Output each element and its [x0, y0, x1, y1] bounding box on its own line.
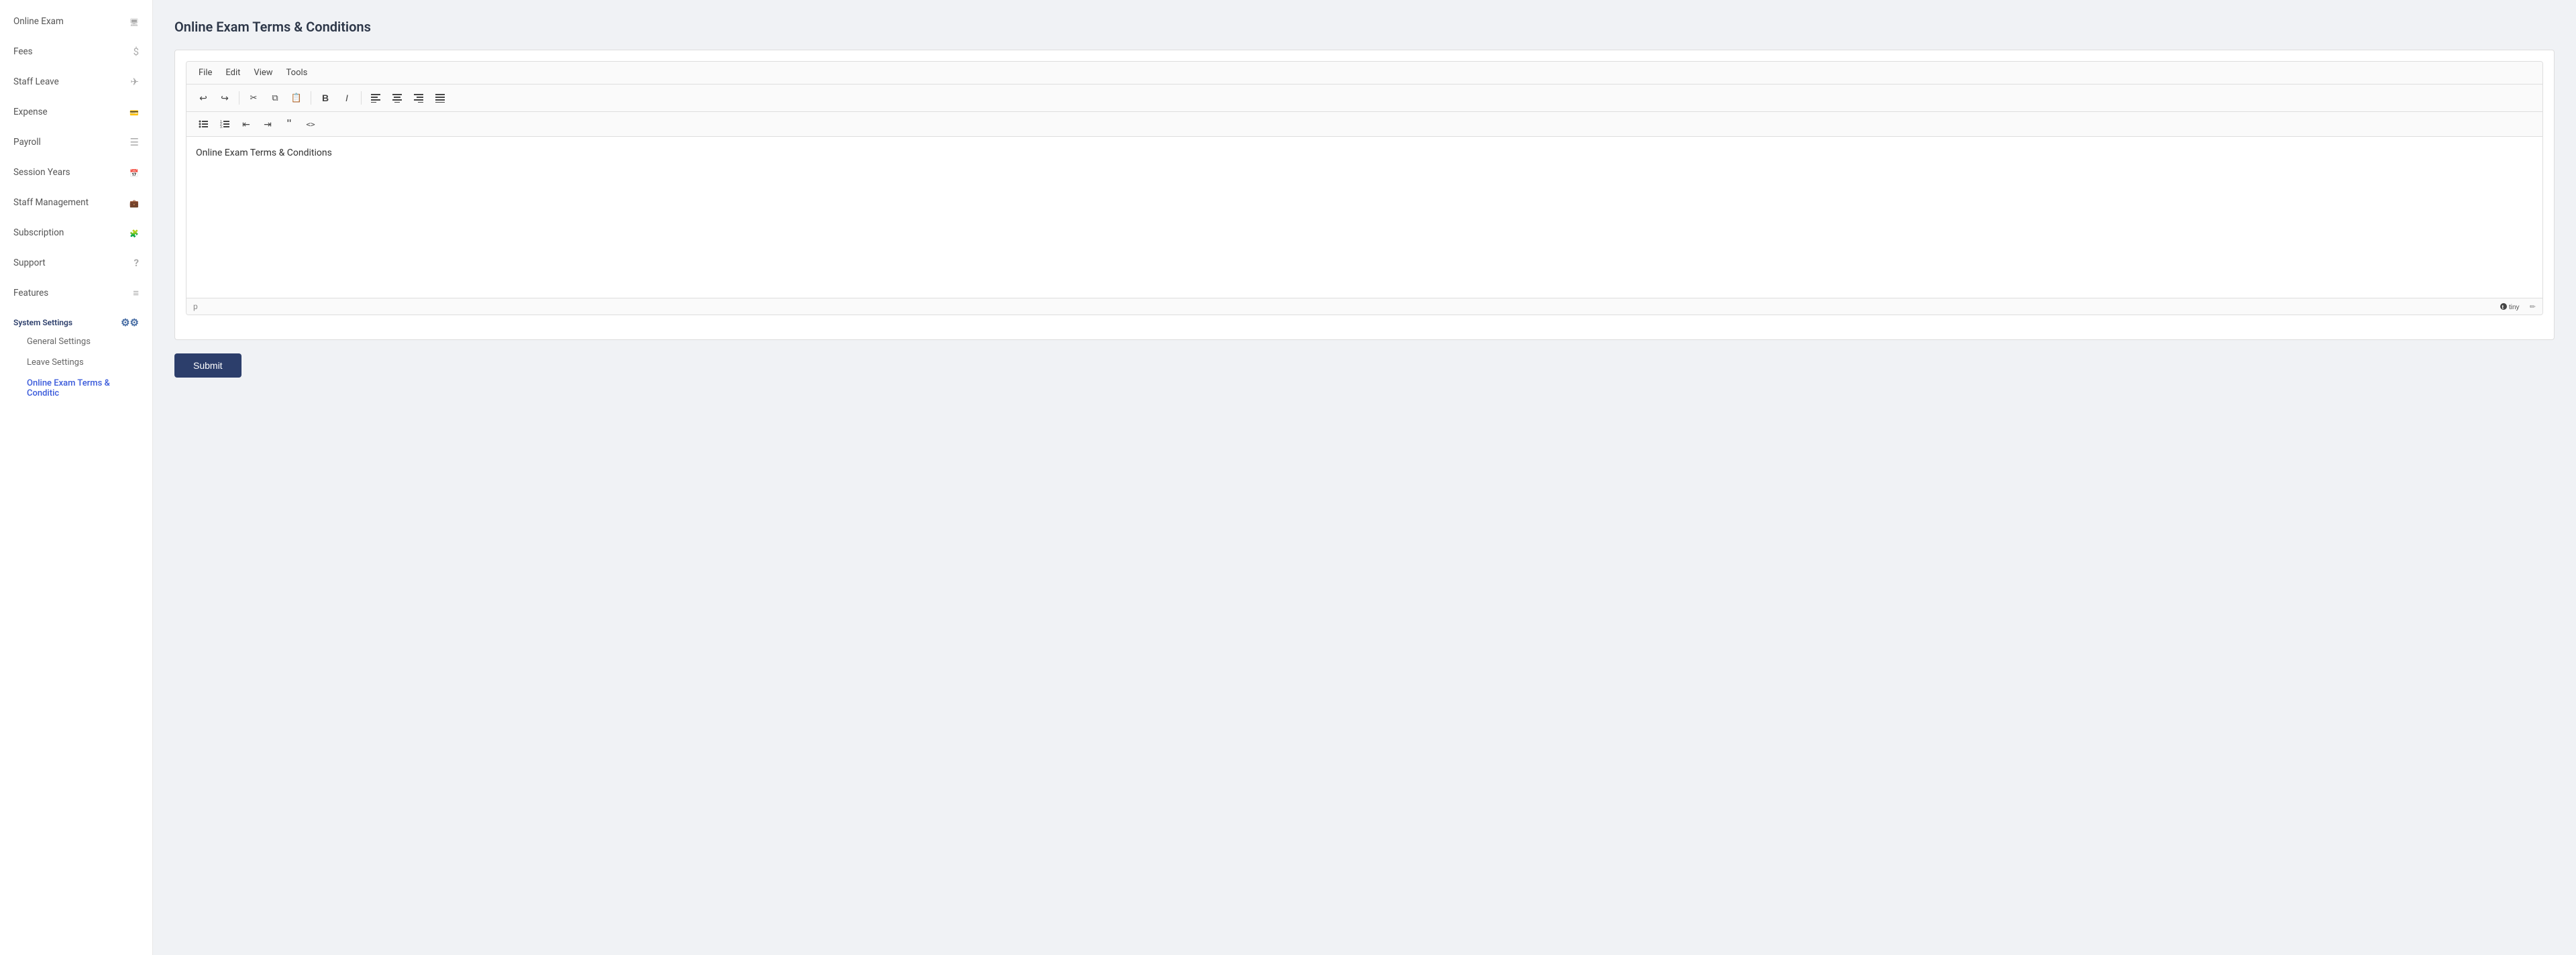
align-justify-button[interactable]: [430, 89, 450, 107]
sidebar-item-label: Expense: [13, 107, 129, 117]
main-content: Online Exam Terms & Conditions File Edit…: [153, 0, 2576, 955]
sidebar-section-system-settings[interactable]: System Settings ⚙: [0, 308, 152, 331]
sidebar-item-online-exam[interactable]: Online Exam: [0, 7, 152, 37]
bold-button[interactable]: B: [315, 89, 335, 107]
submit-button[interactable]: Submit: [174, 353, 241, 378]
question-icon: [134, 257, 139, 269]
sidebar-item-label: Session Years: [13, 167, 129, 178]
svg-text:3.: 3.: [220, 125, 223, 129]
cut-button[interactable]: ✂: [244, 89, 264, 107]
dollar-icon: [133, 46, 139, 58]
sidebar-sub-item-leave-settings[interactable]: Leave Settings: [0, 352, 152, 373]
sidebar-sub-item-general-settings[interactable]: General Settings: [0, 331, 152, 352]
ordered-list-button[interactable]: 1.2.3.: [215, 115, 235, 133]
align-center-button[interactable]: [387, 89, 407, 107]
editor-toolbar-row1: ↩ ↪ ✂ ⧉ 📋 B I: [186, 85, 2542, 112]
editor-toolbar-row2: 1.2.3. ⇤ ⇥ " <>: [186, 112, 2542, 137]
sidebar-item-subscription[interactable]: Subscription: [0, 218, 152, 248]
sidebar-item-label: Payroll: [13, 137, 130, 148]
tiny-branding: t tiny ✏: [2500, 302, 2536, 311]
editor-path: p: [193, 302, 198, 311]
editor-body[interactable]: Online Exam Terms & Conditions: [186, 137, 2542, 298]
list-icon: [133, 287, 139, 299]
sidebar-item-features[interactable]: Features: [0, 278, 152, 308]
tiny-logo: t tiny: [2500, 302, 2527, 311]
indent-button[interactable]: ⇥: [258, 115, 278, 133]
align-right-button[interactable]: [409, 89, 429, 107]
menu-view[interactable]: View: [248, 66, 278, 80]
undo-button[interactable]: ↩: [193, 89, 213, 107]
page-title: Online Exam Terms & Conditions: [174, 19, 2555, 35]
svg-text:tiny: tiny: [2509, 304, 2520, 311]
sidebar-item-expense[interactable]: Expense: [0, 97, 152, 127]
outdent-button[interactable]: ⇤: [236, 115, 256, 133]
sub-item-label: Online Exam Terms & Conditic: [27, 378, 110, 398]
system-settings-label: System Settings: [13, 318, 72, 327]
puzzle-icon: [129, 227, 139, 239]
menu-edit[interactable]: Edit: [220, 66, 246, 80]
blockquote-button[interactable]: ": [279, 115, 299, 133]
sidebar-item-fees[interactable]: Fees: [0, 37, 152, 67]
italic-button[interactable]: I: [337, 89, 357, 107]
menu-tools[interactable]: Tools: [281, 66, 313, 80]
sidebar-item-label: Support: [13, 258, 134, 268]
sidebar: Online Exam Fees Staff Leave Expense Pay…: [0, 0, 153, 955]
calendar-icon: [129, 166, 139, 178]
unordered-list-button[interactable]: [193, 115, 213, 133]
sub-item-label: Leave Settings: [27, 357, 84, 368]
sidebar-item-label: Staff Leave: [13, 76, 130, 87]
paste-button[interactable]: 📋: [286, 89, 307, 107]
sidebar-item-session-years[interactable]: Session Years: [0, 158, 152, 188]
align-left-button[interactable]: [366, 89, 386, 107]
editor-container: File Edit View Tools ↩ ↪ ✂ ⧉ 📋 B I: [186, 61, 2543, 315]
sidebar-item-staff-leave[interactable]: Staff Leave: [0, 67, 152, 97]
sidebar-item-payroll[interactable]: Payroll: [0, 127, 152, 158]
wallet-icon: [129, 106, 139, 118]
gear-icon: ⚙: [121, 317, 139, 329]
sidebar-item-label: Subscription: [13, 227, 129, 238]
briefcase-icon: [129, 196, 139, 209]
sidebar-item-label: Fees: [13, 46, 133, 57]
sidebar-item-label: Online Exam: [13, 16, 129, 27]
monitor-icon: [129, 15, 139, 27]
sidebar-item-label: Staff Management: [13, 197, 129, 208]
menu-file[interactable]: File: [193, 66, 217, 80]
toolbar-separator-3: [361, 91, 362, 105]
pencil-icon: ✏: [2530, 302, 2536, 311]
sidebar-item-support[interactable]: Support: [0, 248, 152, 278]
redo-button[interactable]: ↪: [215, 89, 235, 107]
sidebar-sub-item-online-exam-terms[interactable]: Online Exam Terms & Conditic: [0, 373, 152, 404]
sidebar-item-staff-management[interactable]: Staff Management: [0, 188, 152, 218]
plane-icon: [130, 76, 139, 88]
editor-menubar: File Edit View Tools: [186, 62, 2542, 85]
sidebar-item-label: Features: [13, 288, 133, 298]
bars-icon: [130, 136, 139, 148]
svg-text:t: t: [2502, 304, 2504, 311]
code-button[interactable]: <>: [301, 115, 321, 133]
sub-item-label: General Settings: [27, 337, 91, 347]
editor-footer: p t tiny ✏: [186, 298, 2542, 315]
copy-button[interactable]: ⧉: [265, 89, 285, 107]
editor-content: Online Exam Terms & Conditions: [196, 148, 332, 158]
